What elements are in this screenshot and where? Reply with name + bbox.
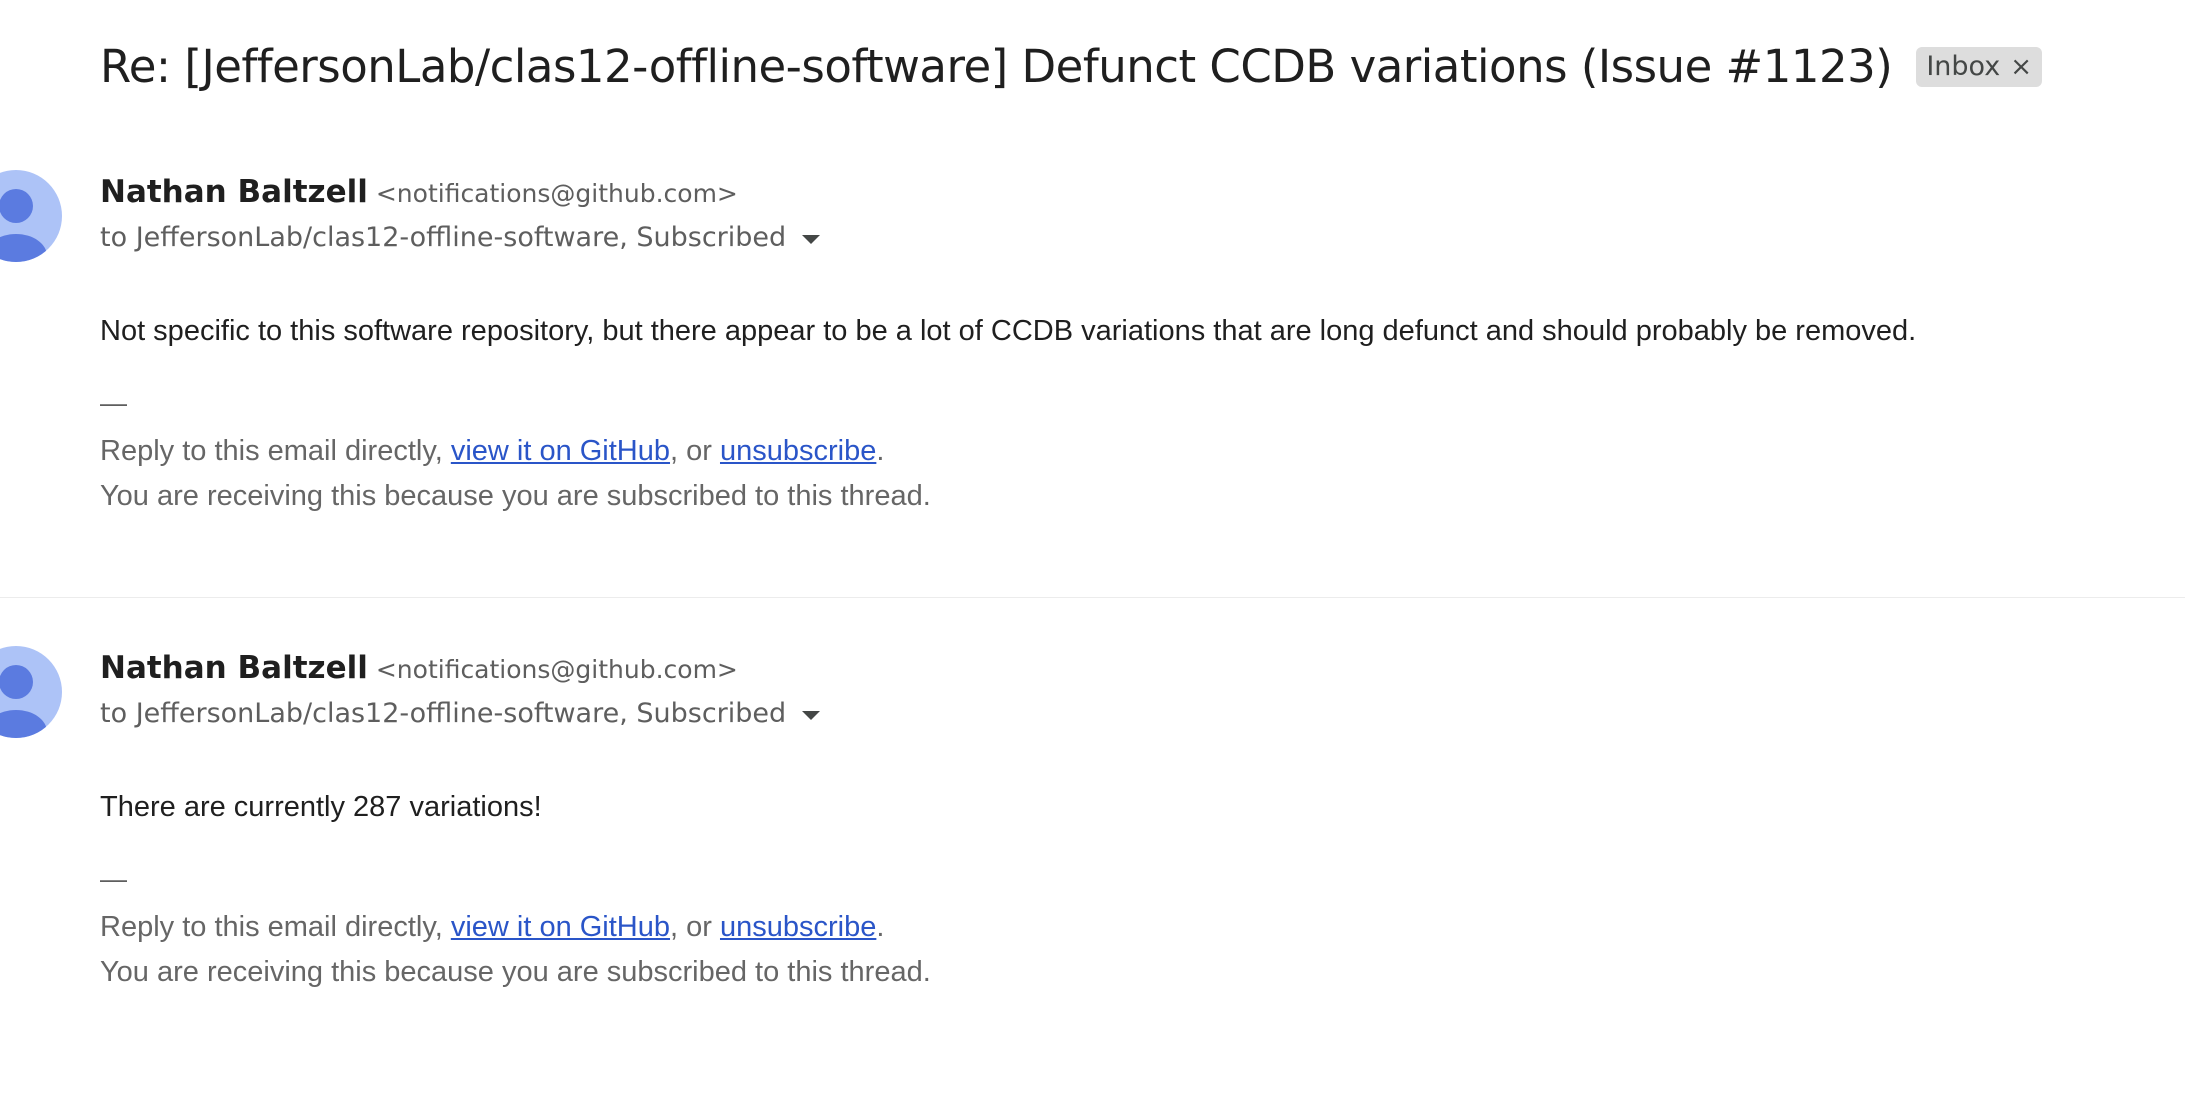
sender-avatar[interactable] [0,646,62,738]
footer-middle: , or [670,911,720,943]
message-divider [0,597,2185,598]
footer-suffix: . [876,911,885,943]
caret-down-icon[interactable] [802,235,821,244]
sender-name[interactable]: Nathan Baltzell [100,650,368,686]
recipients-line: to JeffersonLab/clas12-offline-software,… [100,222,821,253]
sender-line: Nathan Baltzell <notifications@github.com… [100,650,738,686]
recipients-text: to JeffersonLab/clas12-offline-software,… [100,698,787,729]
close-icon[interactable]: × [2010,52,2032,82]
footer-prefix: Reply to this email directly, [100,911,451,943]
footer-suffix: . [876,435,885,467]
caret-down-icon[interactable] [802,711,821,720]
thread-header: Re: [JeffersonLab/clas12-offline-softwar… [100,40,2043,93]
sender-line: Nathan Baltzell <notifications@github.com… [100,174,738,210]
signature-separator: — [100,864,127,894]
footer-prefix: Reply to this email directly, [100,435,451,467]
view-on-github-link[interactable]: view it on GitHub [451,435,670,467]
sender-email: <notifications@github.com> [375,179,738,208]
sender-avatar[interactable] [0,170,62,262]
inbox-label-text: Inbox [1926,51,2001,82]
reply-footer: Reply to this email directly, view it on… [100,435,884,468]
default-person-icon [0,665,47,738]
signature-separator: — [100,388,127,418]
message-body: Not specific to this software repository… [100,315,1917,347]
email-thread: Re: [JeffersonLab/clas12-offline-softwar… [0,0,2185,1095]
sender-email: <notifications@github.com> [375,655,738,684]
default-person-icon [0,189,47,262]
message-body: There are currently 287 variations! [100,791,542,823]
unsubscribe-link[interactable]: unsubscribe [720,911,876,943]
subscription-notice: You are receiving this because you are s… [100,956,931,988]
footer-middle: , or [670,435,720,467]
reply-footer: Reply to this email directly, view it on… [100,911,884,944]
unsubscribe-link[interactable]: unsubscribe [720,435,876,467]
subscription-notice: You are receiving this because you are s… [100,480,931,512]
recipients-text: to JeffersonLab/clas12-offline-software,… [100,222,787,253]
recipients-line: to JeffersonLab/clas12-offline-software,… [100,698,821,729]
thread-subject: Re: [JeffersonLab/clas12-offline-softwar… [100,40,1893,93]
sender-name[interactable]: Nathan Baltzell [100,174,368,210]
inbox-label-chip[interactable]: Inbox × [1916,46,2043,87]
view-on-github-link[interactable]: view it on GitHub [451,911,670,943]
